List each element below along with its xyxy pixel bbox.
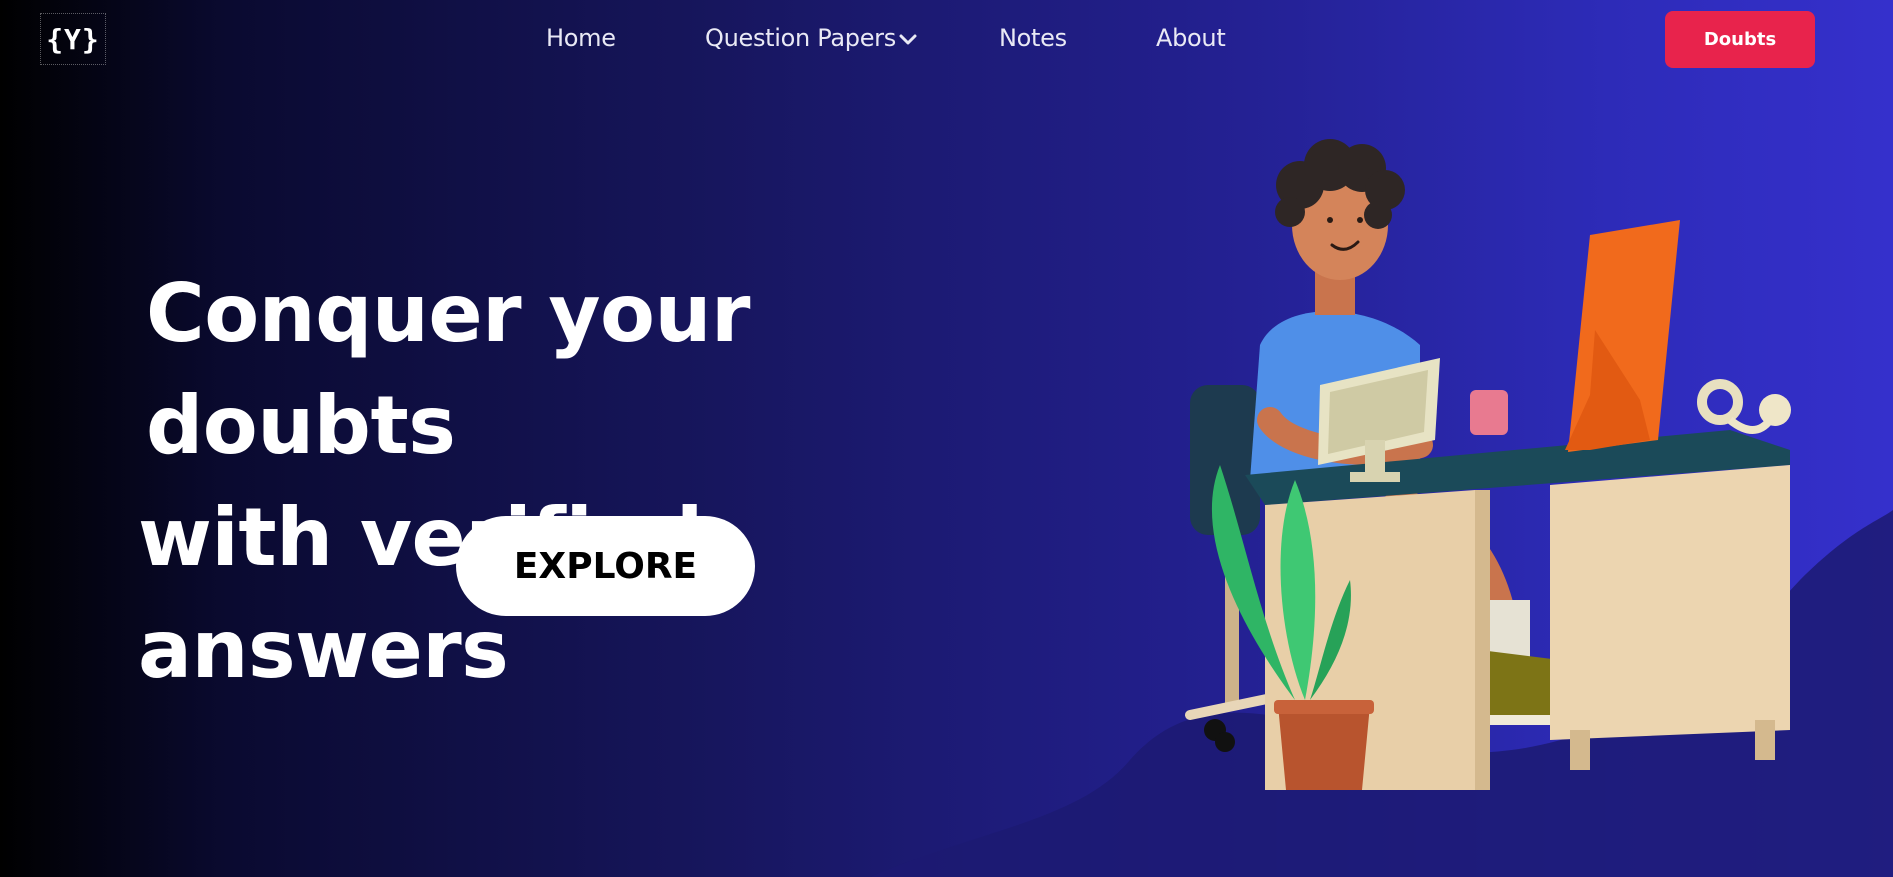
main-nav: Home Question Papers Notes About [0,24,1893,54]
nav-home[interactable]: Home [546,24,616,52]
chevron-down-icon [898,25,918,53]
person-at-desk-illustration [1185,139,1791,790]
nav-notes[interactable]: Notes [999,24,1067,52]
nav-question-papers[interactable]: Question Papers [705,24,918,53]
hero-headline: Conquer your doubts with verified answer… [138,258,1038,706]
hero-headline-line1: Conquer your doubts [146,267,750,472]
explore-button[interactable]: EXPLORE [456,516,755,616]
nav-question-papers-label: Question Papers [705,24,896,52]
doubts-button[interactable]: Doubts [1665,11,1815,68]
nav-about[interactable]: About [1156,24,1226,52]
